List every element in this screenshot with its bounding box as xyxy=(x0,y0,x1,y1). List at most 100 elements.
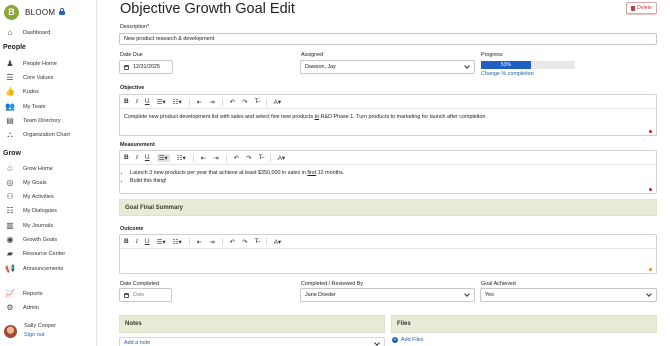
assigned-label: Assigned xyxy=(301,52,324,58)
sidebar-item-core-values[interactable]: ☰ Core Values xyxy=(5,73,53,83)
date-completed-placeholder: Date xyxy=(133,292,145,298)
underline-button[interactable]: U xyxy=(145,238,150,245)
brand[interactable]: B BLOOM xyxy=(4,4,66,20)
list-item: Launch 3 new products per year that achi… xyxy=(130,170,652,176)
sidebar-item-team-directory[interactable]: ▤ Team Directory xyxy=(5,116,61,126)
numbered-list-icon[interactable]: ☷▾ xyxy=(173,98,182,106)
sidebar-item-label: Team Directory xyxy=(23,118,61,124)
sign-out-link[interactable]: Sign out xyxy=(24,332,56,338)
undo-icon[interactable]: ↶ xyxy=(230,238,235,246)
indent-icon[interactable]: ⇥ xyxy=(209,98,214,106)
add-note-placeholder: Add a note xyxy=(124,340,151,346)
sidebar-item-my-goals[interactable]: ◎ My Goals xyxy=(5,178,47,188)
bloom-logo: B xyxy=(4,4,19,20)
indent-icon[interactable]: ⇥ xyxy=(209,238,214,246)
calendar-icon xyxy=(124,64,129,70)
sidebar-item-reports[interactable]: 📈 Reports xyxy=(5,289,43,299)
date-due-input[interactable]: 12/31/2025 xyxy=(119,60,173,74)
italic-button[interactable]: I xyxy=(136,98,138,105)
redo-icon[interactable]: ↷ xyxy=(242,238,247,246)
required-indicator xyxy=(649,188,652,191)
sidebar-item-dashboard[interactable]: ⌂ Dashboard xyxy=(5,28,51,38)
date-due-value: 12/31/2025 xyxy=(133,64,160,70)
sidebar-item-my-journals[interactable]: ▥ My Journals xyxy=(5,221,53,231)
assigned-value: Dawson, Jay xyxy=(305,64,336,70)
lock-icon xyxy=(59,8,66,15)
sidebar-item-label: Growth Goals xyxy=(23,237,58,243)
folder-icon: ▰ xyxy=(6,249,14,258)
section-people: People xyxy=(3,44,26,51)
sidebar-item-growth-goals[interactable]: ◉ Growth Goals xyxy=(5,235,58,245)
app-name: BLOOM xyxy=(25,7,56,17)
sidebar-item-grow-home[interactable]: ♧ Grow Home xyxy=(5,164,53,174)
sidebar-item-resource-center[interactable]: ▰ Resource Center xyxy=(5,249,65,259)
sidebar-item-admin[interactable]: ⚙ Admin xyxy=(5,303,38,313)
org-chart-icon: ⛬ xyxy=(7,130,13,139)
indent-icon[interactable]: ⇥ xyxy=(213,154,218,162)
clear-format-icon[interactable]: T̶ xyxy=(255,98,259,105)
redo-icon[interactable]: ↷ xyxy=(242,98,247,106)
sidebar: B BLOOM ⌂ Dashboard People ♟ People Home… xyxy=(0,0,97,346)
measurement-list: Launch 3 new products per year that achi… xyxy=(124,170,652,184)
sidebar-item-label: Dashboard xyxy=(23,30,51,36)
clear-format-icon[interactable]: T̶ xyxy=(255,238,259,245)
date-completed-input[interactable]: Date xyxy=(119,288,172,302)
bullet-list-icon[interactable]: ☰▾ xyxy=(156,153,170,162)
bold-button[interactable]: B xyxy=(124,98,129,105)
change-completion-link[interactable]: Change % completion xyxy=(481,71,534,77)
objective-editor[interactable]: B I U ☰▾ ☷▾ ⇤ ⇥ ↶ ↷ T̶ A▾ Complete new p… xyxy=(119,94,657,136)
sidebar-item-my-dialogues[interactable]: ☷ My Dialogues xyxy=(5,206,56,216)
measurement-content[interactable]: Launch 3 new products per year that achi… xyxy=(120,165,656,194)
objective-content[interactable]: Complete new product development list wi… xyxy=(120,109,656,136)
bold-button[interactable]: B xyxy=(124,238,129,245)
bullet-list-icon[interactable]: ☰▾ xyxy=(157,98,166,106)
target-icon: ◎ xyxy=(6,178,14,187)
completed-by-value: Jane Doeder xyxy=(305,292,336,298)
undo-icon[interactable]: ↶ xyxy=(234,154,239,162)
underline-button[interactable]: U xyxy=(145,98,150,105)
date-due-label: Date Due xyxy=(120,52,143,58)
outcome-editor[interactable]: B I U ☰▾ ☷▾ ⇤ ⇥ ↶ ↷ T̶ A▾ xyxy=(119,234,657,274)
sidebar-item-organization-chart[interactable]: ⛬ Organization Chart xyxy=(5,130,70,140)
undo-icon[interactable]: ↶ xyxy=(230,98,235,106)
bullet-list-icon[interactable]: ☰▾ xyxy=(157,238,166,246)
description-input[interactable]: New product research & development xyxy=(119,33,657,45)
add-note-input[interactable]: Add a note xyxy=(119,337,385,346)
section-grow: Grow xyxy=(3,150,21,157)
bold-button[interactable]: B xyxy=(124,154,129,161)
outdent-icon[interactable]: ⇤ xyxy=(201,154,206,162)
delete-button[interactable]: Delete xyxy=(626,2,657,14)
completed-by-select[interactable]: Jane Doeder xyxy=(300,288,475,302)
numbered-list-icon[interactable]: ☷▾ xyxy=(177,154,186,162)
sidebar-item-my-team[interactable]: 👥 My Team xyxy=(5,102,46,112)
trash-icon xyxy=(631,5,635,11)
numbered-list-icon[interactable]: ☷▾ xyxy=(173,238,182,246)
clear-format-icon[interactable]: T̶ xyxy=(259,154,263,161)
text-color-icon[interactable]: A▾ xyxy=(278,154,286,162)
sidebar-item-people-home[interactable]: ♟ People Home xyxy=(5,59,57,69)
italic-button[interactable]: I xyxy=(136,238,138,245)
objective-label: Objective xyxy=(120,85,145,91)
sidebar-item-kudos[interactable]: 👍 Kudos xyxy=(5,87,39,97)
goal-achieved-value: Yes xyxy=(485,292,494,298)
redo-icon[interactable]: ↷ xyxy=(246,154,251,162)
underline-button[interactable]: U xyxy=(145,154,150,161)
assigned-select[interactable]: Dawson, Jay xyxy=(300,60,475,74)
measurement-editor[interactable]: B I U ☰▾ ☷▾ ⇤ ⇥ ↶ ↷ T̶ A▾ Launch 3 new p… xyxy=(119,150,657,194)
sidebar-item-label: Organization Chart xyxy=(23,132,70,138)
avatar[interactable] xyxy=(4,325,17,338)
text-color-icon[interactable]: A▾ xyxy=(274,238,282,246)
outcome-content[interactable] xyxy=(120,249,656,274)
sidebar-item-my-activities[interactable]: ⚇ My Activities xyxy=(5,192,53,202)
outdent-icon[interactable]: ⇤ xyxy=(197,238,202,246)
delete-label: Delete xyxy=(637,5,652,11)
italic-button[interactable]: I xyxy=(136,154,138,161)
text-color-icon[interactable]: A▾ xyxy=(274,98,282,106)
measurement-toolbar: B I U ☰▾ ☷▾ ⇤ ⇥ ↶ ↷ T̶ A▾ xyxy=(120,151,656,165)
sidebar-item-label: Grow Home xyxy=(23,166,53,172)
outdent-icon[interactable]: ⇤ xyxy=(197,98,202,106)
thumbs-up-icon: 👍 xyxy=(5,87,15,96)
goal-achieved-select[interactable]: Yes xyxy=(480,288,657,302)
add-files-button[interactable]: + Add Files xyxy=(392,337,423,343)
sidebar-item-announcements[interactable]: 📢 Announcements xyxy=(5,264,63,274)
